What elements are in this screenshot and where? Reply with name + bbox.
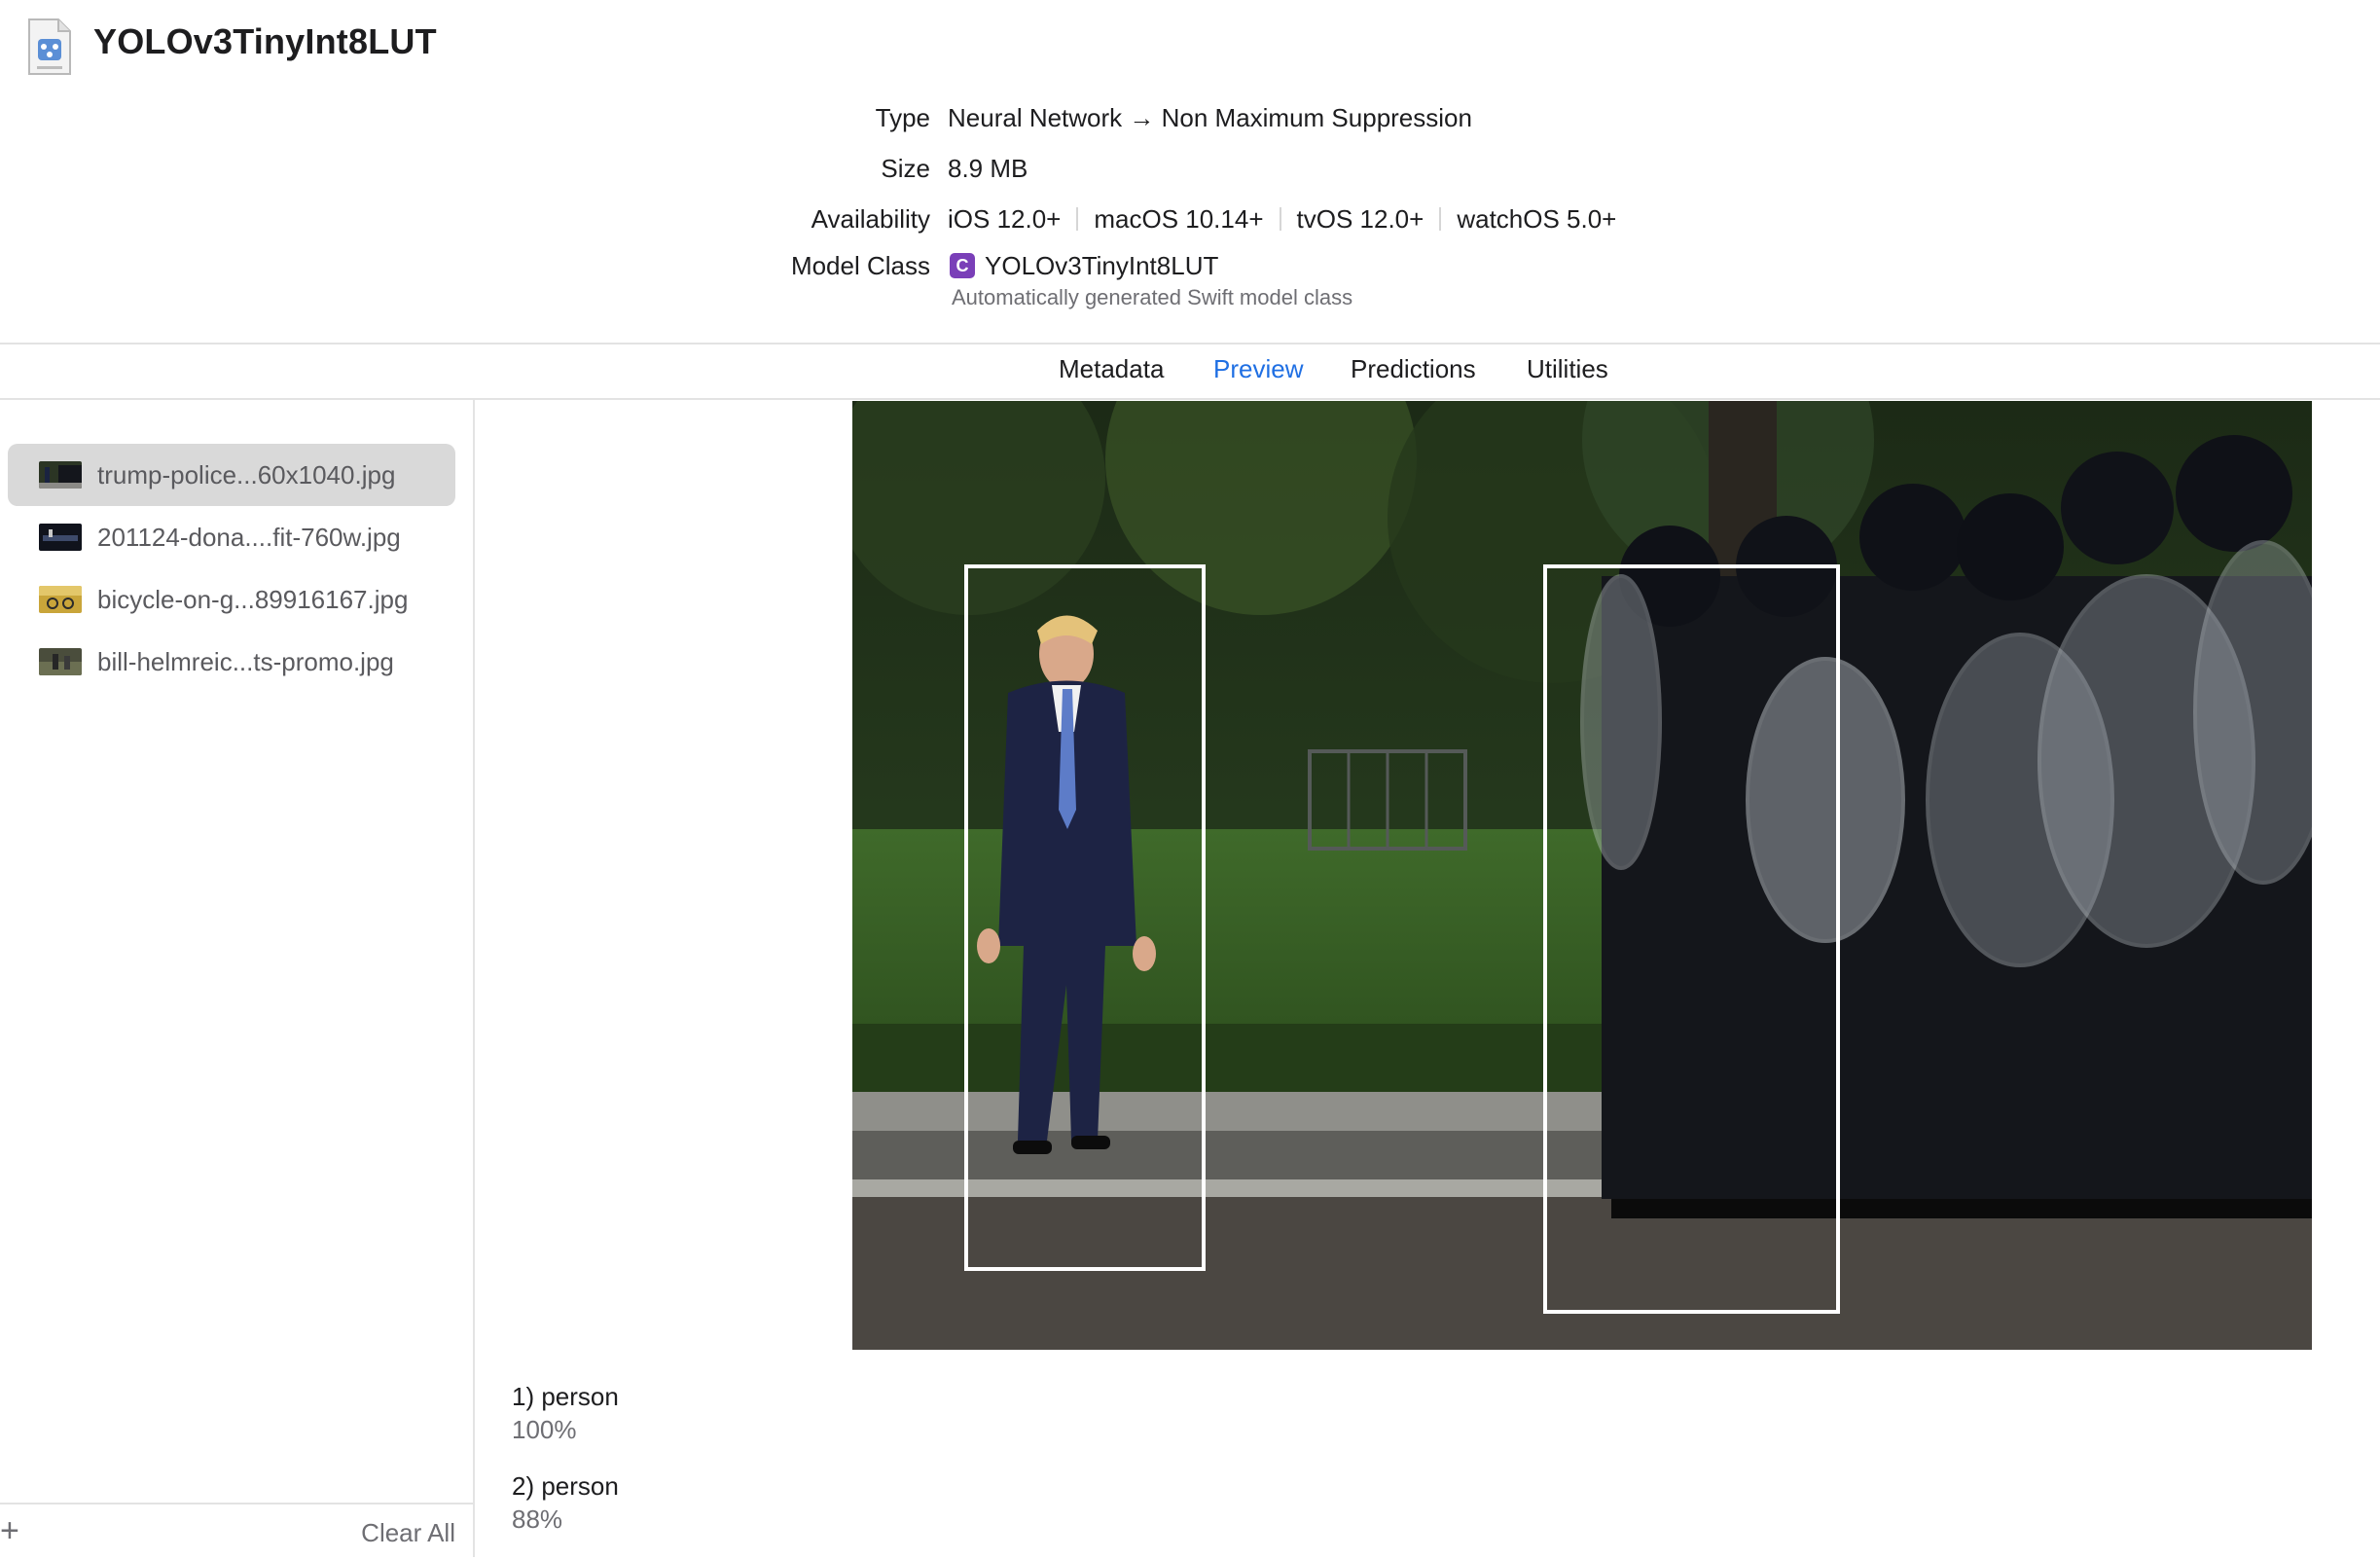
clear-all-button[interactable]: Clear All <box>361 1518 455 1548</box>
size-value: 8.9 MB <box>948 154 1028 183</box>
prediction-label: 1) person <box>512 1382 619 1411</box>
availability-watchos: watchOS 5.0+ <box>1457 204 1617 234</box>
mlmodel-file-icon <box>25 18 74 76</box>
header-divider <box>0 343 2380 344</box>
availability-ios: iOS 12.0+ <box>948 204 1062 234</box>
separator <box>1279 207 1281 231</box>
file-name: bicycle-on-g...89916167.jpg <box>97 584 409 614</box>
add-image-button[interactable]: + <box>0 1512 19 1550</box>
file-item-bill-helmreic[interactable]: bill-helmreic...ts-promo.jpg <box>8 631 455 693</box>
availability-macos: macOS 10.14+ <box>1094 204 1264 234</box>
file-name: trump-police...60x1040.jpg <box>97 459 396 489</box>
file-item-dona[interactable]: 201124-dona....fit-760w.jpg <box>8 506 455 568</box>
prediction-confidence: 88% <box>512 1505 563 1534</box>
tab-utilities[interactable]: Utilities <box>1527 354 1608 384</box>
prediction-results: 1) person 100% 2) person 88% <box>512 1380 619 1559</box>
file-item-bicycle[interactable]: bicycle-on-g...89916167.jpg <box>8 568 455 631</box>
tab-metadata[interactable]: Metadata <box>1059 354 1164 384</box>
prediction-label: 2) person <box>512 1471 619 1501</box>
model-class-description: Automatically generated Swift model clas… <box>952 285 1353 309</box>
model-class-name[interactable]: YOLOv3TinyInt8LUT <box>985 249 1218 282</box>
file-sidebar: trump-police...60x1040.jpg 201124-dona..… <box>0 399 475 1557</box>
separator <box>1076 207 1079 231</box>
type-value: Neural Network → Non Maximum Suppression <box>948 103 1472 132</box>
file-item-trump-police[interactable]: trump-police...60x1040.jpg <box>8 444 455 506</box>
prediction-item[interactable]: 2) person 88% <box>512 1469 619 1559</box>
image-thumbnail-icon <box>39 524 82 551</box>
separator <box>1439 207 1442 231</box>
swift-class-icon: C <box>950 253 975 278</box>
prediction-confidence: 100% <box>512 1415 577 1444</box>
image-thumbnail-icon <box>39 586 82 613</box>
image-thumbnail-icon <box>39 648 82 675</box>
sidebar-footer: + Clear All <box>0 1503 473 1559</box>
size-label: Size <box>881 154 930 183</box>
image-thumbnail-icon <box>39 461 82 489</box>
tab-predictions[interactable]: Predictions <box>1351 354 1476 384</box>
model-title: YOLOv3TinyInt8LUT <box>93 21 437 61</box>
tab-preview[interactable]: Preview <box>1213 354 1303 384</box>
availability-label: Availability <box>811 204 930 234</box>
preview-image <box>852 401 2312 1350</box>
prediction-item[interactable]: 1) person 100% <box>512 1380 619 1469</box>
file-name: 201124-dona....fit-760w.jpg <box>97 522 401 552</box>
model-class-value: C YOLOv3TinyInt8LUT <box>950 249 1218 282</box>
model-class-label: Model Class <box>790 251 930 280</box>
type-label: Type <box>875 103 930 132</box>
availability-tvos: tvOS 12.0+ <box>1296 204 1424 234</box>
file-name: bill-helmreic...ts-promo.jpg <box>97 646 394 676</box>
tab-bar: Metadata Preview Predictions Utilities <box>0 354 2380 389</box>
availability-value: iOS 12.0+ macOS 10.14+ tvOS 12.0+ watchO… <box>948 202 1616 236</box>
